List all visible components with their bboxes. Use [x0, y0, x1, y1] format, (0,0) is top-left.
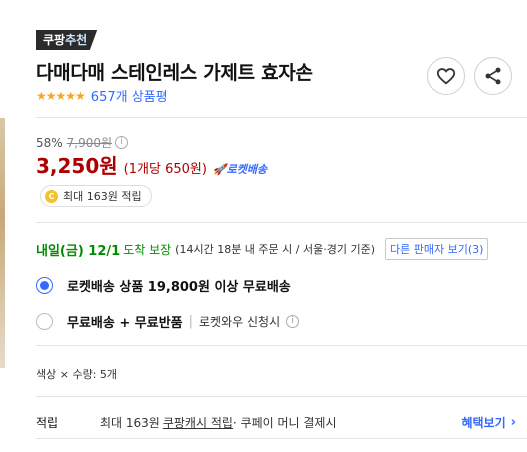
divider [36, 222, 527, 223]
coupang-recommend-badge: 쿠팡추천 [36, 30, 98, 50]
product-image-edge [0, 118, 5, 368]
coupang-cash-link[interactable]: 쿠팡캐시 적립 [163, 414, 233, 431]
delivery-row: 내일(금) 12/1 도착 보장 (14시간 18분 내 주문 시 / 서울·경… [36, 238, 489, 260]
discount-row: 58% 7,900원 i [36, 134, 129, 151]
radio-button[interactable] [36, 277, 53, 294]
other-sellers-button[interactable]: 다른 판매자 보기(3) [385, 238, 489, 260]
radio-button[interactable] [36, 313, 53, 330]
rating-row: ★★★★★ 657개 상품평 [36, 86, 168, 106]
divider [36, 117, 527, 118]
cash-reward-pill: C 최대 163원 적립 [40, 185, 152, 207]
shipping-option-free-return[interactable]: 무료배송 + 무료반품 | 로켓와우 신청시 i [36, 312, 300, 331]
wishlist-button[interactable] [427, 57, 465, 95]
cash-reward-text: 최대 163원 적립 [63, 190, 142, 203]
badge-prefix: 쿠팡 [43, 33, 66, 47]
points-row: 적립 최대 163원 쿠팡캐시 적립 · 쿠페이 머니 결제시 혜택보기 › [36, 414, 516, 431]
coin-icon: C [45, 189, 58, 203]
option-label: 로켓배송 상품 19,800원 이상 무료배송 [67, 280, 291, 295]
option-sub-label: 로켓와우 신청시 [199, 315, 281, 329]
points-label: 적립 [36, 416, 59, 430]
sale-price: 3,250원 [36, 154, 118, 178]
divider [36, 396, 527, 397]
points-text: 최대 163원 [100, 416, 160, 430]
info-icon[interactable]: i [286, 315, 300, 328]
original-price: 7,900원 [66, 136, 113, 150]
unit-price: (1개당 650원) [123, 162, 207, 177]
discount-rate: 58% [36, 135, 63, 150]
review-count-link[interactable]: 657개 상품평 [91, 86, 168, 105]
option-spec: 색상 × 수량: 5개 [36, 368, 118, 381]
heart-icon [436, 68, 456, 85]
divider [36, 345, 527, 346]
info-icon[interactable]: i [115, 136, 129, 149]
shipping-option-rocket[interactable]: 로켓배송 상품 19,800원 이상 무료배송 [36, 276, 291, 295]
chevron-right-icon: › [510, 415, 516, 430]
divider [36, 438, 527, 439]
points-text-after: · 쿠페이 머니 결제시 [232, 416, 337, 430]
view-benefits-label: 혜택보기 [461, 416, 506, 430]
rocket-delivery-badge: 🚀로켓배송 [212, 163, 268, 176]
view-benefits-button[interactable]: 혜택보기 › [461, 414, 516, 431]
price-row: 3,250원 (1개당 650원) 🚀로켓배송 [36, 150, 267, 179]
delivery-date: 내일(금) 12/1 [36, 243, 121, 259]
share-button[interactable] [474, 57, 512, 95]
star-rating-icon: ★★★★★ [36, 88, 86, 103]
option-label: 무료배송 + 무료반품 [67, 316, 183, 331]
badge-accent: 추천 [65, 33, 88, 47]
separator: | [188, 314, 194, 329]
share-icon [485, 67, 501, 85]
product-title: 다매다매 스테인레스 가제트 효자손 [36, 62, 313, 84]
delivery-guarantee: 도착 보장 [123, 242, 172, 257]
delivery-detail: (14시간 18분 내 주문 시 / 서울·경기 기준) [175, 243, 375, 256]
